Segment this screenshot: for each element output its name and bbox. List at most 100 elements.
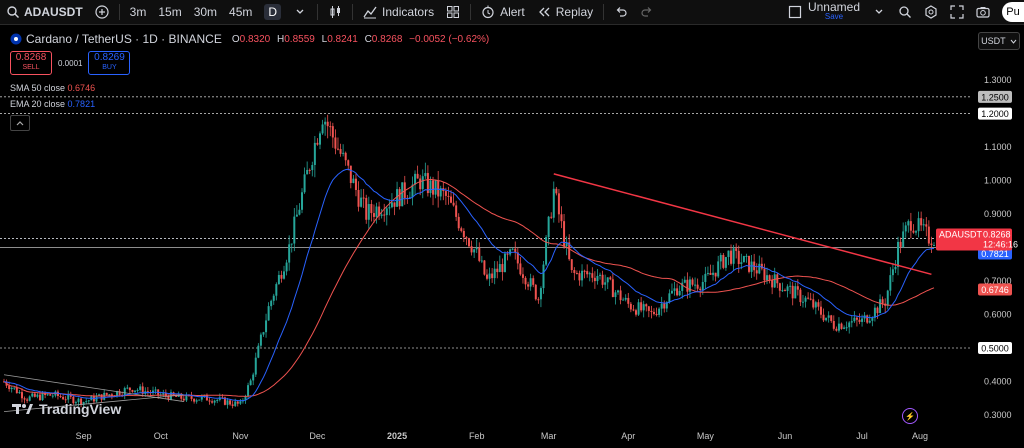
right-toolbar: Unnamed Save Pu [782, 0, 1024, 24]
candle-body [465, 237, 468, 239]
candle-body [344, 152, 347, 161]
candle-body [473, 249, 476, 253]
candle-body [617, 290, 620, 293]
layout-button[interactable] [782, 0, 808, 24]
templates-button[interactable] [440, 0, 466, 24]
candle-body [100, 394, 103, 400]
candle-body [539, 288, 542, 300]
candle-body [90, 396, 93, 401]
price-tag-label: 0.8000 [981, 243, 1009, 253]
price-chart[interactable]: 0.3000 0.4000 0.5000 0.6000 0.7000 0.8000 0.90… [0, 0, 1024, 448]
candle-body [164, 393, 167, 397]
x-tick-label: Nov [232, 431, 249, 441]
candle-body [354, 178, 357, 190]
tradingview-logo[interactable]: TradingView [12, 401, 121, 417]
ema-legend[interactable]: EMA 20 close 0.7821 [10, 99, 95, 109]
candle-body [239, 401, 242, 404]
candle-body [732, 248, 735, 264]
candle-body [760, 263, 763, 269]
candle-body [506, 253, 509, 255]
candle-body [537, 299, 540, 301]
candle-body [478, 247, 481, 261]
candle-body [123, 388, 126, 396]
candle-body [586, 271, 589, 275]
candle-body [208, 400, 211, 402]
alert-button[interactable]: Alert [475, 0, 531, 24]
price-tag-label: 0.6746 [981, 285, 1009, 295]
interval-dropdown[interactable] [287, 0, 313, 24]
candle-body [362, 197, 365, 199]
interval-45m[interactable]: 45m [223, 0, 258, 24]
divider [603, 4, 605, 20]
candle-body [776, 274, 779, 284]
candle-body [920, 218, 923, 226]
symbol-search[interactable]: ADAUSDT [0, 0, 89, 24]
publish-button[interactable]: Pu [1002, 2, 1024, 22]
candle-body [280, 274, 283, 279]
candle-body [771, 279, 774, 288]
sell-label: SELL [22, 64, 40, 71]
magnifier-icon [899, 6, 911, 18]
divider [352, 4, 354, 20]
chart-type-button[interactable] [322, 0, 348, 24]
camera-icon [976, 7, 990, 18]
interval-30m[interactable]: 30m [188, 0, 223, 24]
settings-button[interactable] [918, 0, 944, 24]
price-tag-label: 0.7821 [981, 249, 1009, 259]
interval-3m[interactable]: 3m [124, 0, 153, 24]
symbol-name: ADAUSDT [24, 5, 83, 19]
candle-body [748, 255, 751, 272]
candle-body [205, 394, 208, 401]
sma-legend[interactable]: SMA 50 close 0.6746 [10, 83, 95, 93]
candle-body [519, 263, 522, 275]
quick-search-button[interactable] [892, 0, 918, 24]
sell-button[interactable]: 0.8268 SELL [10, 51, 52, 75]
flash-icon[interactable]: ⚡ [902, 408, 918, 424]
x-tick-label: May [697, 431, 715, 441]
candle-body [257, 345, 260, 358]
undo-button[interactable] [608, 0, 634, 24]
candle-body [349, 165, 352, 183]
replay-button[interactable]: Replay [531, 0, 599, 24]
ema-20-line [3, 168, 935, 402]
buy-button[interactable]: 0.8269 BUY [88, 51, 131, 75]
replay-icon [538, 7, 550, 17]
candle-body [442, 188, 445, 192]
candle-body [54, 391, 57, 396]
price-tag-box [978, 241, 1012, 254]
candle-body [439, 188, 442, 197]
symbol-title[interactable]: Cardano / TetherUS · 1D · BINANCE [26, 32, 222, 46]
candle-body [200, 396, 203, 400]
redo-button[interactable] [634, 0, 660, 24]
interval-d[interactable]: D [258, 0, 287, 24]
layout-dropdown[interactable] [866, 0, 892, 24]
candle-body [886, 290, 889, 306]
alarm-clock-icon [482, 5, 494, 19]
indicators-icon [363, 6, 377, 19]
candle-body [730, 250, 733, 264]
candle-body [933, 245, 935, 247]
candle-body [529, 278, 532, 287]
candle-body [498, 264, 501, 273]
candle-body [450, 196, 453, 203]
candle-body [103, 392, 106, 400]
candle-body [152, 390, 155, 394]
snapshot-button[interactable] [970, 0, 996, 24]
candle-body [758, 263, 761, 274]
candle-body [670, 290, 673, 294]
tradingview-mark-icon [12, 404, 33, 414]
compare-button[interactable] [89, 0, 115, 24]
fullscreen-button[interactable] [944, 0, 970, 24]
candle-body [20, 392, 23, 399]
candle-body [134, 390, 137, 392]
indicators-button[interactable]: Indicators [357, 0, 440, 24]
collapse-legend-button[interactable] [10, 115, 30, 131]
candle-body [324, 121, 327, 125]
candle-body [370, 204, 373, 214]
candle-body [516, 252, 519, 264]
currency-selector[interactable]: USDT [978, 32, 1020, 50]
candle-body [809, 298, 812, 300]
layout-name[interactable]: Unnamed Save [808, 1, 860, 22]
interval-15m[interactable]: 15m [152, 0, 187, 24]
candle-body [686, 279, 689, 292]
